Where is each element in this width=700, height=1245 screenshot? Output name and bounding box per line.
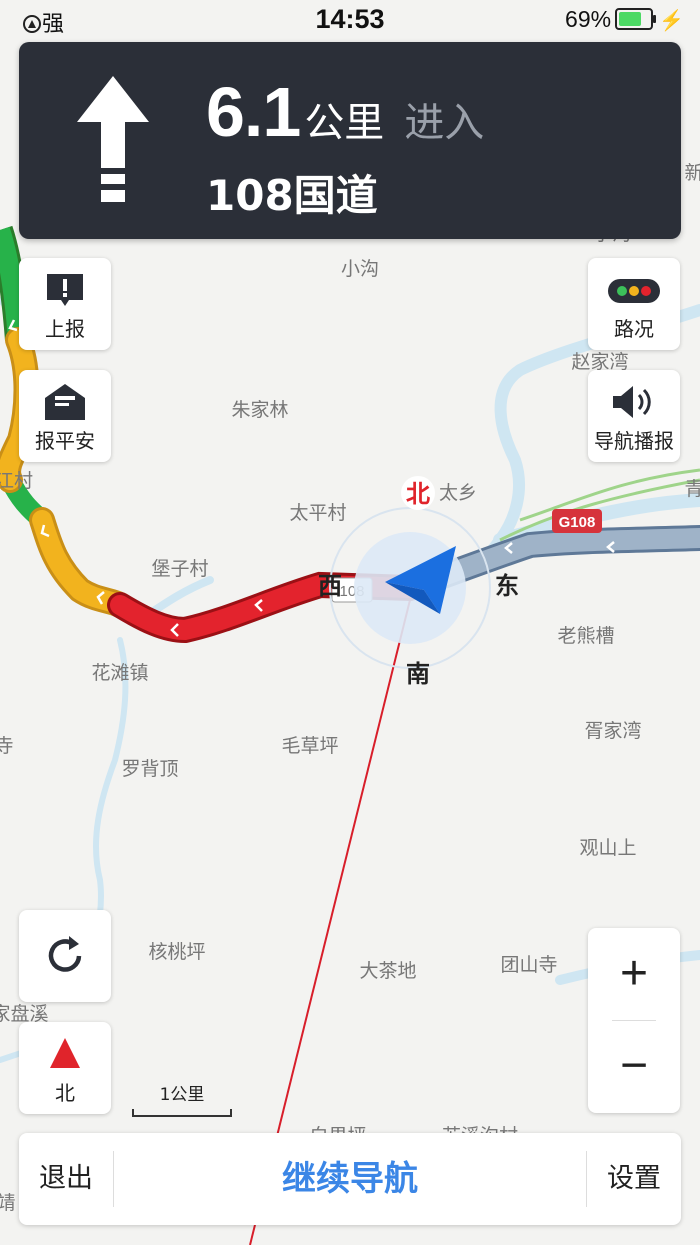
- place-label: 罗背顶: [121, 758, 178, 780]
- continue-navigation-button[interactable]: 继续导航: [114, 1133, 586, 1225]
- status-bar: 强 14:53 69% ⚡: [0, 0, 700, 40]
- exit-button[interactable]: 退出: [19, 1133, 113, 1225]
- navigation-instruction-banner[interactable]: 6.1 公里 进入 108国道: [19, 42, 681, 239]
- place-label: 寺: [0, 735, 14, 757]
- battery-icon: [615, 8, 657, 30]
- bottom-nav-bar: 退出 继续导航 设置: [19, 1133, 681, 1225]
- compass-east: 东: [495, 572, 519, 600]
- refresh-icon: [48, 936, 82, 972]
- safe-report-button[interactable]: 报平安: [19, 370, 111, 462]
- speaker-icon: [613, 386, 651, 418]
- place-label: 朱家林: [231, 399, 288, 421]
- next-road-name: 108国道: [206, 171, 378, 220]
- compass-west: 西: [318, 572, 342, 600]
- place-label: 大茶地: [359, 960, 416, 982]
- north-up-button[interactable]: 北: [19, 1022, 111, 1114]
- distance-unit: 公里: [304, 100, 385, 146]
- place-label: 小沟: [341, 258, 379, 280]
- zoom-control: + −: [588, 928, 680, 1113]
- place-label: 花滩镇: [91, 662, 148, 684]
- compass-south: 南: [406, 660, 430, 688]
- envelope-icon: [45, 384, 85, 420]
- safe-report-label: 报平安: [35, 429, 95, 453]
- settings-button[interactable]: 设置: [587, 1133, 681, 1225]
- charging-icon: ⚡: [659, 10, 684, 32]
- traffic-light-icon: [608, 279, 660, 303]
- place-label: 核桃坪: [148, 941, 205, 963]
- road-badge-text: G108: [559, 514, 596, 531]
- place-label: 团山寺: [500, 954, 557, 976]
- traffic-button[interactable]: 路况: [588, 258, 680, 350]
- place-label: 新: [684, 162, 700, 184]
- voice-broadcast-button[interactable]: 导航播报: [588, 370, 680, 462]
- north-label: 北: [55, 1081, 75, 1105]
- north-arrow-icon: [50, 1038, 80, 1068]
- place-label: 堡子村: [151, 558, 208, 580]
- place-label: 太乡: [439, 482, 477, 504]
- distance-readout: 6.1 公里 进入: [206, 72, 484, 152]
- zoom-in-button[interactable]: +: [588, 928, 680, 1020]
- distance-value: 6.1: [206, 73, 301, 151]
- report-button[interactable]: 上报: [19, 258, 111, 350]
- report-icon: [47, 274, 83, 306]
- voice-broadcast-label: 导航播报: [594, 429, 674, 453]
- place-label: 观山上: [579, 837, 636, 859]
- zoom-out-button[interactable]: −: [588, 1020, 680, 1112]
- refresh-route-button[interactable]: [19, 910, 111, 1002]
- straight-arrow-icon: [77, 76, 149, 202]
- maneuver-action: 进入: [404, 100, 485, 146]
- report-label: 上报: [45, 317, 85, 341]
- place-label: 胥家湾: [584, 720, 641, 742]
- place-label: 青: [684, 478, 700, 500]
- map-scale: 1公里: [132, 1080, 232, 1117]
- scale-bar: [132, 1109, 232, 1117]
- scale-label: 1公里: [159, 1085, 205, 1105]
- compass-north: 北: [406, 480, 430, 508]
- battery-indicator: 69% ⚡: [565, 6, 684, 33]
- place-label: 靖: [0, 1192, 16, 1214]
- battery-percent: 69%: [565, 6, 612, 32]
- traffic-label: 路况: [614, 317, 654, 341]
- place-label: 太平村: [289, 502, 346, 524]
- place-label: 老熊槽: [557, 625, 614, 647]
- place-label: 江村: [0, 470, 33, 492]
- place-label: 毛草坪: [281, 735, 338, 757]
